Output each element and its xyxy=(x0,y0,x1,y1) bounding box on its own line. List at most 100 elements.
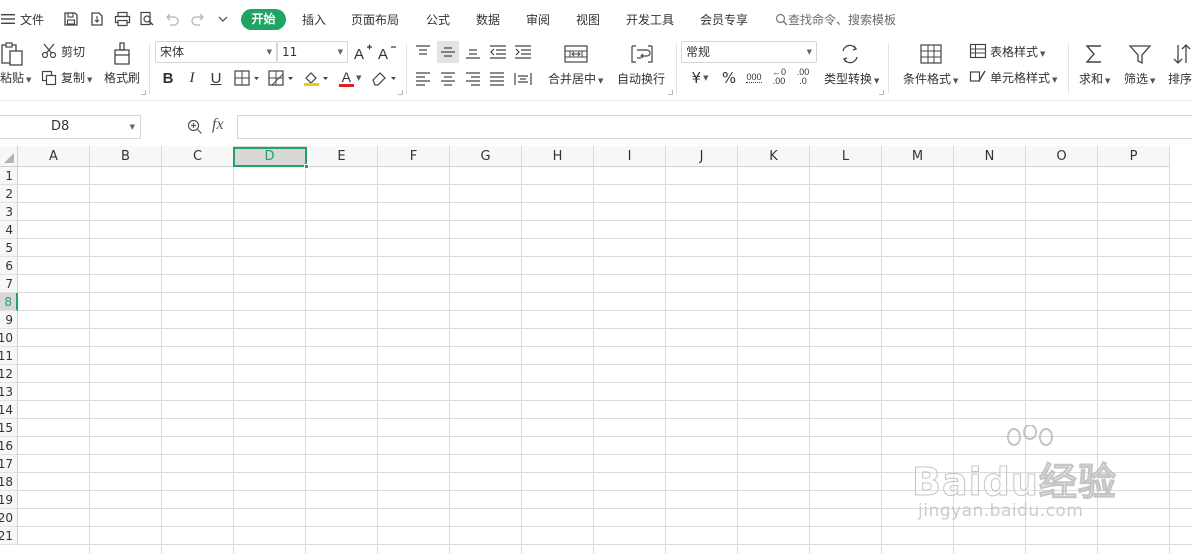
align-bottom-icon[interactable] xyxy=(463,42,483,62)
column-header-c[interactable]: C xyxy=(162,146,234,167)
zoom-icon[interactable] xyxy=(185,117,205,137)
font-color-button[interactable]: A ▼ xyxy=(335,68,365,88)
align-middle-icon[interactable] xyxy=(437,41,459,63)
increase-decimal-button[interactable]: ←0.00 xyxy=(769,65,789,89)
column-header-a[interactable]: A xyxy=(18,146,90,167)
format-painter-button[interactable]: 格式刷 xyxy=(104,71,140,85)
bold-button[interactable]: B xyxy=(159,68,177,88)
row-header-10[interactable]: 10 xyxy=(0,329,18,347)
number-format-select[interactable]: 常规 ▼ xyxy=(681,41,817,63)
cell-style-icon[interactable] xyxy=(968,68,988,86)
sort-icon[interactable] xyxy=(1172,42,1192,66)
tab-page-layout[interactable]: 页面布局 xyxy=(351,11,399,29)
clipboard-dialog-launcher[interactable] xyxy=(141,90,146,95)
italic-button[interactable]: I xyxy=(183,68,201,88)
sum-icon[interactable] xyxy=(1082,42,1106,66)
merge-center-button[interactable]: 合并居中 ▼ xyxy=(548,72,603,88)
copy-button[interactable]: 复制 ▼ xyxy=(61,71,92,87)
sort-button[interactable]: 排序 xyxy=(1168,72,1192,86)
row-header-6[interactable]: 6 xyxy=(0,257,18,275)
file-menu[interactable]: 文件 xyxy=(20,11,44,29)
copy-icon[interactable] xyxy=(40,69,58,87)
cell-style-button[interactable]: 单元格样式 ▼ xyxy=(990,71,1057,87)
increase-indent-icon[interactable] xyxy=(512,42,534,62)
conditional-format-icon[interactable] xyxy=(918,42,944,66)
table-style-icon[interactable] xyxy=(968,42,988,60)
increase-font-icon[interactable]: A xyxy=(353,42,373,62)
tab-data[interactable]: 数据 xyxy=(476,11,500,29)
column-header-p[interactable]: P xyxy=(1098,146,1170,167)
borders-icon[interactable] xyxy=(232,68,262,88)
insert-function-button[interactable]: fx xyxy=(212,116,224,134)
redo-icon[interactable] xyxy=(188,9,208,29)
select-all-corner[interactable] xyxy=(0,146,18,167)
column-header-o[interactable]: O xyxy=(1026,146,1098,167)
percent-button[interactable]: % xyxy=(719,68,739,88)
row-header-1[interactable]: 1 xyxy=(0,167,18,185)
export-pdf-icon[interactable] xyxy=(87,9,107,29)
row-header-4[interactable]: 4 xyxy=(0,221,18,239)
wrap-text-icon[interactable] xyxy=(628,42,656,66)
hamburger-menu-icon[interactable] xyxy=(0,9,16,29)
row-header-12[interactable]: 12 xyxy=(0,365,18,383)
fill-pattern-icon[interactable] xyxy=(266,68,296,88)
filter-button[interactable]: 筛选 ▼ xyxy=(1124,72,1155,88)
distributed-align-icon[interactable] xyxy=(512,69,534,89)
sum-button[interactable]: 求和 ▼ xyxy=(1079,72,1110,88)
column-header-n[interactable]: N xyxy=(954,146,1026,167)
column-header-j[interactable]: J xyxy=(666,146,738,167)
tab-developer[interactable]: 开发工具 xyxy=(626,11,674,29)
paste-icon[interactable] xyxy=(0,40,26,68)
active-cell-d8[interactable] xyxy=(233,147,309,169)
formula-input[interactable] xyxy=(237,115,1192,139)
font-size-select[interactable]: 11 ▼ xyxy=(277,41,348,63)
column-header-g[interactable]: G xyxy=(450,146,522,167)
format-painter-icon[interactable] xyxy=(110,40,134,68)
row-header-3[interactable]: 3 xyxy=(0,203,18,221)
font-dialog-launcher[interactable] xyxy=(398,90,403,95)
tab-review[interactable]: 审阅 xyxy=(526,11,550,29)
paste-button[interactable]: 粘贴 ▼ xyxy=(0,71,31,87)
align-top-icon[interactable] xyxy=(413,42,433,62)
column-header-h[interactable]: H xyxy=(522,146,594,167)
save-icon[interactable] xyxy=(61,9,81,29)
fill-color-icon[interactable] xyxy=(301,68,331,88)
print-preview-icon[interactable] xyxy=(137,9,157,29)
currency-button[interactable]: ¥ ▼ xyxy=(685,68,715,88)
tab-insert[interactable]: 插入 xyxy=(302,11,326,29)
alignment-dialog-launcher[interactable] xyxy=(668,90,673,95)
fill-handle[interactable] xyxy=(304,164,309,169)
wrap-text-button[interactable]: 自动换行 xyxy=(617,72,665,86)
cut-button[interactable]: 剪切 xyxy=(61,45,85,59)
row-header-2[interactable]: 2 xyxy=(0,185,18,203)
justify-icon[interactable] xyxy=(487,69,507,89)
row-header-17[interactable]: 17 xyxy=(0,455,18,473)
column-header-k[interactable]: K xyxy=(738,146,810,167)
tab-formulas[interactable]: 公式 xyxy=(426,11,450,29)
row-header-8[interactable]: 8 xyxy=(0,293,18,311)
align-right-icon[interactable] xyxy=(463,69,483,89)
font-name-select[interactable]: 宋体 ▼ xyxy=(155,41,277,63)
merge-center-icon[interactable] xyxy=(562,42,590,66)
decrease-decimal-button[interactable]: .00.0 xyxy=(793,65,813,89)
table-style-button[interactable]: 表格样式 ▼ xyxy=(990,45,1045,61)
quick-access-dropdown-icon[interactable] xyxy=(213,9,233,29)
print-icon[interactable] xyxy=(112,9,132,29)
row-header-7[interactable]: 7 xyxy=(0,275,18,293)
row-header-15[interactable]: 15 xyxy=(0,419,18,437)
row-header-11[interactable]: 11 xyxy=(0,347,18,365)
tab-member[interactable]: 会员专享 xyxy=(700,11,748,29)
type-convert-button[interactable]: 类型转换 ▼ xyxy=(824,72,879,88)
column-header-f[interactable]: F xyxy=(378,146,450,167)
filter-icon[interactable] xyxy=(1127,42,1153,66)
row-header-5[interactable]: 5 xyxy=(0,239,18,257)
type-convert-icon[interactable] xyxy=(838,42,862,66)
command-search[interactable]: 查找命令、搜索模板 xyxy=(775,11,896,29)
column-header-m[interactable]: M xyxy=(882,146,954,167)
row-header-16[interactable]: 16 xyxy=(0,437,18,455)
row-header-13[interactable]: 13 xyxy=(0,383,18,401)
tab-view[interactable]: 视图 xyxy=(576,11,600,29)
row-header-14[interactable]: 14 xyxy=(0,401,18,419)
row-header-21[interactable]: 21 xyxy=(0,527,18,545)
decrease-font-icon[interactable]: A xyxy=(377,42,397,62)
